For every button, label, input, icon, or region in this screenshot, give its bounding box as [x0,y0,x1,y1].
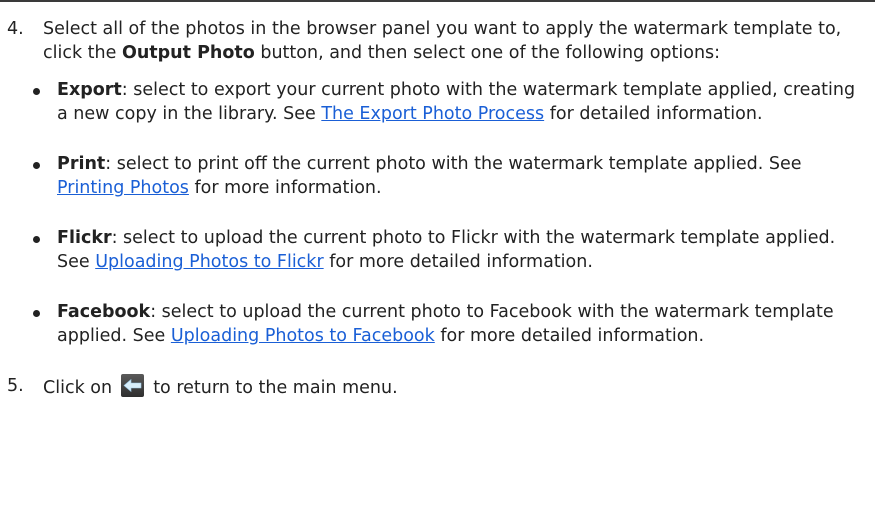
option-term: Flickr [57,228,112,248]
document-content: 4. Select all of the photos in the brows… [0,0,875,400]
back-arrow-icon [120,374,144,397]
step-number: 4. [7,19,24,39]
option-desc-after: for more detailed information. [323,252,593,272]
bullet-icon [33,310,40,317]
step-text-after: to return to the main menu. [147,378,398,398]
link-export-photo-process[interactable]: The Export Photo Process [321,104,544,124]
link-printing-photos[interactable]: Printing Photos [57,178,189,198]
option-desc-before: : select to print off the current photo … [105,154,802,174]
option-term: Export [57,80,122,100]
link-uploading-flickr[interactable]: Uploading Photos to Flickr [95,252,323,272]
step-4: 4. Select all of the photos in the brows… [0,17,875,65]
output-photo-label: Output Photo [121,43,255,63]
option-term: Facebook [57,302,151,322]
option-facebook: Facebook: select to upload the current p… [33,300,869,348]
bullet-icon [33,88,40,95]
step-5: 5. Click on to return to the main menu. [0,374,875,400]
step-number: 5. [7,376,24,396]
option-print: Print: select to print off the current p… [33,152,869,200]
bullet-icon [33,236,40,243]
option-desc-after: for more information. [188,178,382,198]
step-text: Click on to return to the main menu. [43,374,871,400]
step-text: Select all of the photos in the browser … [43,17,871,65]
step-text-before: Click on [43,378,118,398]
option-desc-after: for detailed information. [544,104,763,124]
option-desc-after: for more detailed information. [434,326,705,346]
option-flickr: Flickr: select to upload the current pho… [33,226,869,274]
options-list: Export: select to export your current ph… [0,78,875,348]
option-export: Export: select to export your current ph… [33,78,869,126]
link-uploading-facebook[interactable]: Uploading Photos to Facebook [171,326,435,346]
bullet-icon [33,162,40,169]
option-term: Print [57,154,106,174]
step-text-after: button, and then select one of the follo… [254,43,721,63]
